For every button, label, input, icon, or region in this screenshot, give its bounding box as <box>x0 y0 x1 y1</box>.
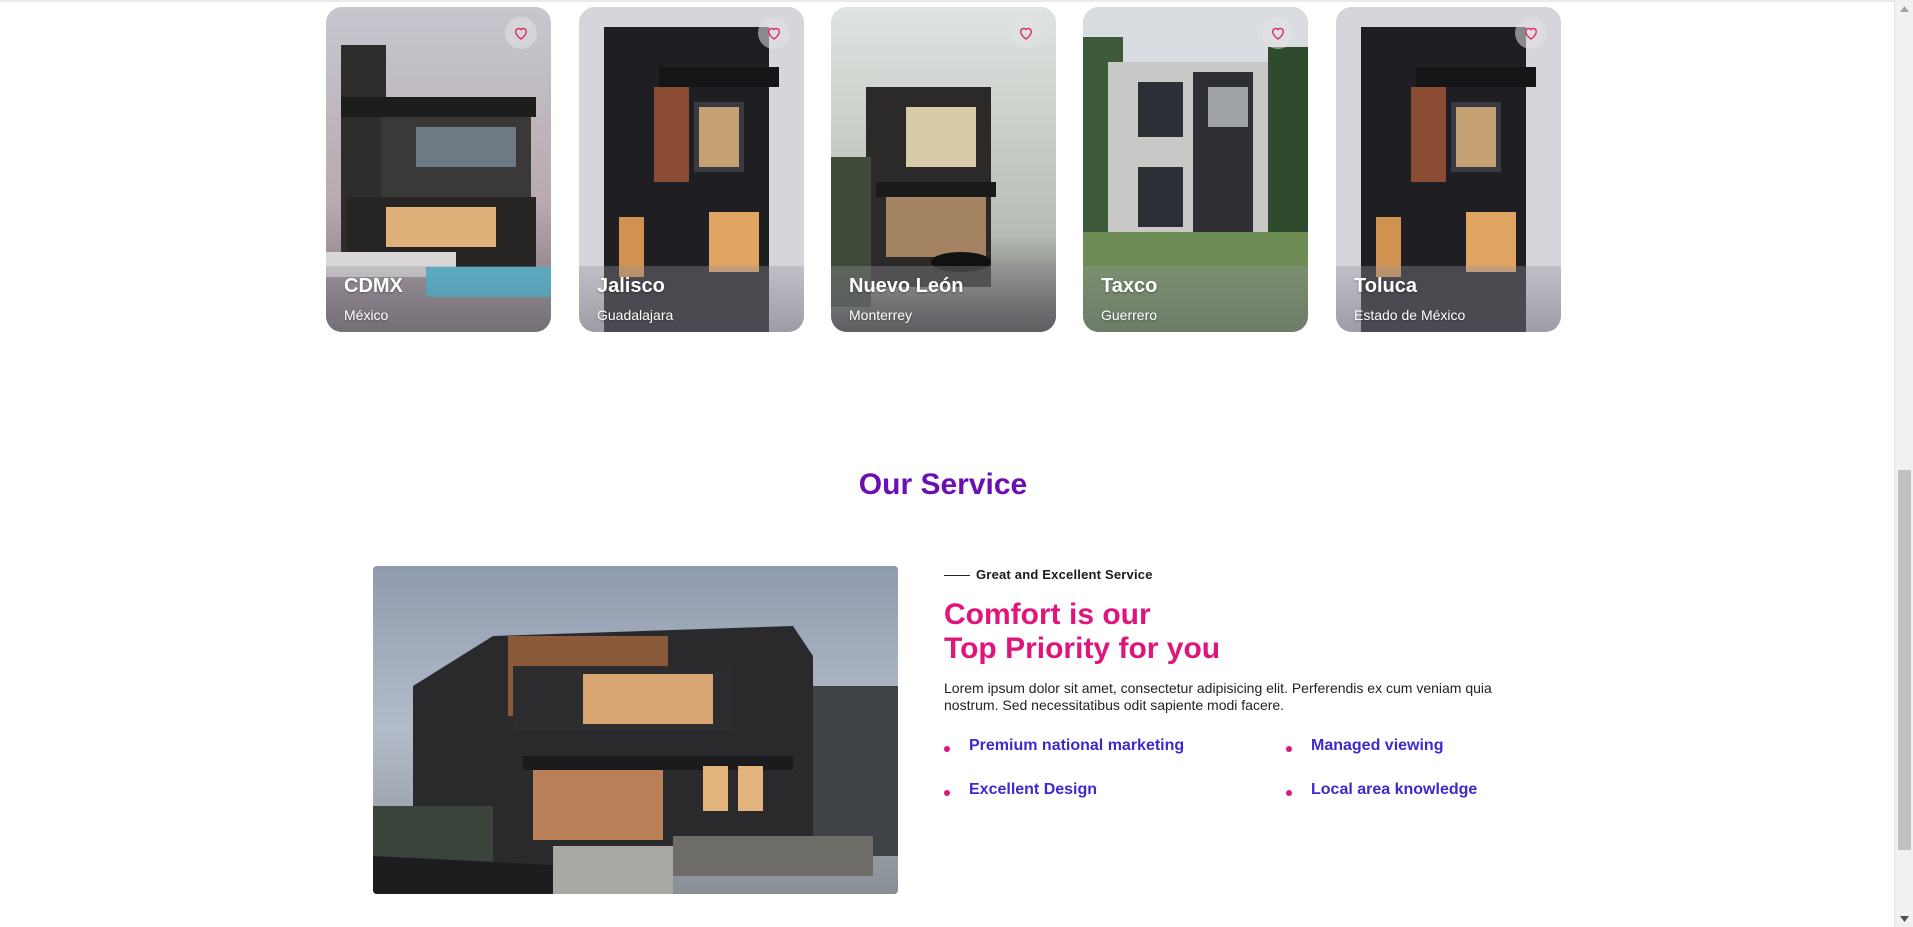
property-card-taxco[interactable]: Taxco Guerrero <box>1083 7 1308 332</box>
caret-up-icon <box>1900 5 1909 12</box>
service-description: Lorem ipsum dolor sit amet, consectetur … <box>944 680 1492 713</box>
feature-list: Premium national marketing Managed viewi… <box>944 736 1544 816</box>
dot-icon <box>944 745 950 752</box>
scroll-up-button[interactable] <box>1895 0 1913 17</box>
service-headline: Comfort is our Top Priority for you <box>944 598 1544 666</box>
feature-label: Managed viewing <box>1311 737 1444 754</box>
section-title: Our Service <box>858 468 1028 501</box>
house-photo <box>373 566 898 894</box>
dot-icon <box>944 789 950 796</box>
card-state: Guerrero <box>1101 307 1158 323</box>
eyebrow-rule <box>944 574 970 576</box>
feature-item: Excellent Design <box>944 780 1097 800</box>
favorite-button[interactable] <box>758 17 790 49</box>
property-cards: CDMX México Jalisco Guadalajara Nuevo Le… <box>326 7 1562 332</box>
card-city: Jalisco <box>597 275 665 297</box>
card-state: Monterrey <box>849 307 913 323</box>
page: CDMX México Jalisco Guadalajara Nuevo Le… <box>0 0 1894 927</box>
card-city: Nuevo León <box>849 275 964 297</box>
heart-outline-icon <box>1525 27 1537 40</box>
card-caption: Jalisco Guadalajara <box>579 266 804 332</box>
heart-outline-icon <box>515 27 527 40</box>
card-state: Estado de México <box>1354 307 1466 323</box>
feature-label: Premium national marketing <box>969 737 1185 754</box>
feature-item: Premium national marketing <box>944 736 1184 756</box>
heart-outline-icon <box>1020 27 1032 40</box>
favorite-button[interactable] <box>1262 17 1294 49</box>
scroll-down-button[interactable] <box>1895 910 1913 927</box>
headline-line-1: Comfort is our <box>944 598 1151 631</box>
service-content: Great and Excellent Service Comfort is o… <box>944 566 1544 816</box>
property-card-nuevo-leon[interactable]: Nuevo León Monterrey <box>831 7 1056 332</box>
card-state: México <box>344 307 389 323</box>
feature-item: Local area knowledge <box>1286 780 1477 800</box>
property-card-jalisco[interactable]: Jalisco Guadalajara <box>579 7 804 332</box>
feature-item: Managed viewing <box>1286 736 1443 756</box>
card-state: Guadalajara <box>597 307 674 323</box>
eyebrow: Great and Excellent Service <box>944 566 1544 582</box>
feature-label: Local area knowledge <box>1311 781 1478 798</box>
card-caption: CDMX México <box>326 266 551 332</box>
card-caption: Toluca Estado de México <box>1336 266 1561 332</box>
caret-down-icon <box>1900 915 1909 922</box>
scrollbar-thumb[interactable] <box>1898 470 1911 850</box>
property-card-cdmx[interactable]: CDMX México <box>326 7 551 332</box>
dot-icon <box>1286 789 1292 796</box>
vertical-scrollbar[interactable] <box>1894 0 1913 927</box>
favorite-button[interactable] <box>1515 17 1547 49</box>
headline-line-2: Top Priority for you <box>944 632 1221 665</box>
card-caption: Nuevo León Monterrey <box>831 266 1056 332</box>
eyebrow-text: Great and Excellent Service <box>976 566 1153 582</box>
card-city: Taxco <box>1101 275 1158 297</box>
favorite-button[interactable] <box>1010 17 1042 49</box>
card-caption: Taxco Guerrero <box>1083 266 1308 332</box>
favorite-button[interactable] <box>505 17 537 49</box>
card-city: CDMX <box>344 275 403 297</box>
feature-label: Excellent Design <box>969 781 1098 798</box>
property-card-toluca[interactable]: Toluca Estado de México <box>1336 7 1561 332</box>
dot-icon <box>1286 745 1292 752</box>
hero-bottom-edge <box>0 0 1894 2</box>
heart-outline-icon <box>1272 27 1284 40</box>
service-house-image <box>373 566 898 894</box>
card-city: Toluca <box>1354 275 1417 297</box>
heart-outline-icon <box>768 27 780 40</box>
